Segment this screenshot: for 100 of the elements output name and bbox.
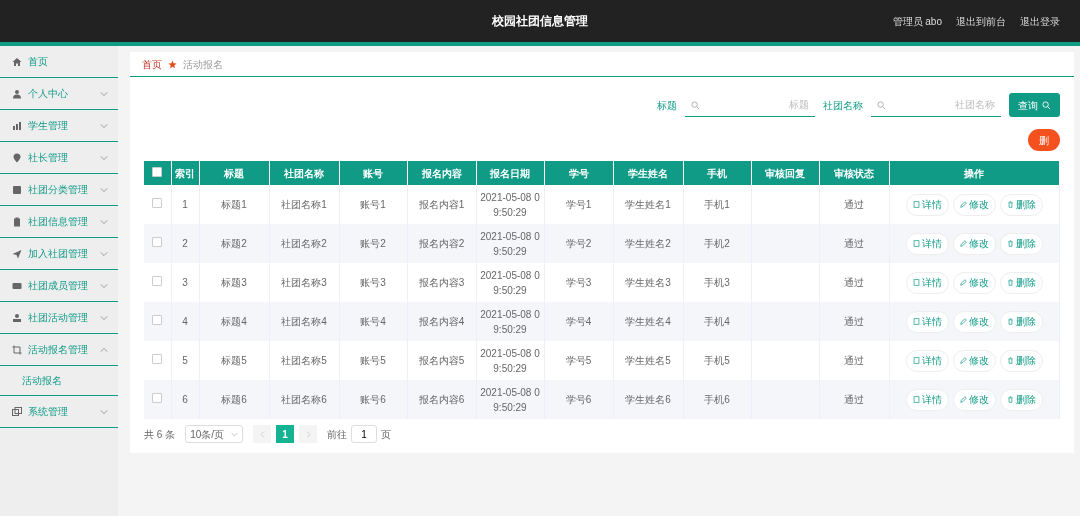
document-icon bbox=[912, 201, 920, 208]
table-cell: 手机6 bbox=[683, 380, 751, 419]
checkbox[interactable] bbox=[152, 166, 163, 177]
pencil-icon bbox=[959, 201, 967, 208]
table-cell: 学号2 bbox=[544, 224, 613, 263]
field-label: 社团名称 bbox=[822, 98, 863, 113]
document-icon bbox=[912, 396, 920, 403]
table-cell: 报名内容2 bbox=[407, 224, 476, 263]
table-cell: 学生姓名4 bbox=[613, 302, 683, 341]
edit-button[interactable]: 修改 bbox=[952, 349, 996, 372]
details-button[interactable]: 详情 bbox=[905, 271, 949, 294]
search-icon bbox=[876, 101, 886, 110]
trash-icon bbox=[1006, 318, 1014, 325]
checkbox[interactable] bbox=[152, 237, 163, 247]
edit-button[interactable]: 修改 bbox=[952, 271, 996, 294]
table-cell: 学号6 bbox=[544, 380, 613, 419]
search-field[interactable]: 标题 bbox=[684, 93, 815, 117]
delete-button[interactable]: 删除 bbox=[999, 232, 1043, 255]
breadcrumb-item: 活动报名 bbox=[183, 57, 223, 72]
table-cell: 学生姓名2 bbox=[613, 224, 683, 263]
search-icon bbox=[1041, 100, 1051, 110]
checkbox[interactable] bbox=[152, 276, 163, 286]
column-header: 标题 bbox=[199, 161, 269, 185]
box-icon bbox=[12, 184, 22, 195]
column-header: 社团名称 bbox=[269, 161, 339, 185]
checkbox[interactable] bbox=[152, 393, 163, 403]
breadcrumb-item[interactable]: 首页 bbox=[142, 56, 162, 72]
page-suffix: 页 bbox=[381, 427, 392, 442]
delete-button[interactable]: 删除 bbox=[999, 193, 1043, 216]
edit-button[interactable]: 修改 bbox=[952, 310, 996, 333]
page-input[interactable]: 1 bbox=[351, 425, 378, 443]
page-size-select[interactable]: 10条/页 bbox=[185, 425, 244, 443]
header-link[interactable]: 退出到前台 bbox=[956, 13, 1006, 29]
page-button[interactable]: 1 bbox=[276, 425, 295, 443]
column-header: 审核状态 bbox=[819, 161, 889, 185]
trash-icon bbox=[1006, 396, 1014, 403]
details-button[interactable]: 详情 bbox=[905, 310, 949, 333]
pin-icon bbox=[12, 152, 22, 163]
send-icon bbox=[12, 248, 22, 259]
column-header: 报名日期 bbox=[476, 161, 544, 185]
header-link[interactable]: 退出登录 bbox=[1020, 13, 1060, 29]
column-header: 学生姓名 bbox=[613, 161, 683, 185]
star-icon bbox=[168, 59, 177, 69]
field-label: 标题 bbox=[656, 98, 677, 113]
table-cell: 标题2 bbox=[199, 224, 269, 263]
checkbox[interactable] bbox=[152, 198, 163, 208]
edit-button[interactable]: 修改 bbox=[952, 232, 996, 255]
search-button[interactable]: 查询 bbox=[1008, 93, 1060, 117]
table-cell: 学生姓名6 bbox=[613, 380, 683, 419]
table-cell: 2 bbox=[171, 224, 199, 263]
delete-button[interactable]: 删除 bbox=[999, 349, 1043, 372]
previous-page-button[interactable] bbox=[253, 425, 272, 443]
table-cell: 通过 bbox=[819, 380, 889, 419]
next-page-button[interactable] bbox=[299, 425, 318, 443]
delete-button[interactable]: 删除 bbox=[999, 310, 1043, 333]
details-button[interactable]: 详情 bbox=[905, 193, 949, 216]
trash-icon bbox=[1006, 201, 1014, 208]
table-cell: 手机2 bbox=[683, 224, 751, 263]
column-header: 学号 bbox=[544, 161, 613, 185]
checkbox[interactable] bbox=[152, 354, 163, 364]
delete-button[interactable]: 删 bbox=[1027, 129, 1060, 151]
table-cell: 学号4 bbox=[544, 302, 613, 341]
search-icon bbox=[690, 101, 700, 110]
edit-button[interactable]: 修改 bbox=[952, 388, 996, 411]
table-cell: 手机4 bbox=[683, 302, 751, 341]
document-icon bbox=[912, 240, 920, 247]
chart-icon bbox=[12, 120, 22, 131]
table-cell: 报名内容6 bbox=[407, 380, 476, 419]
column-header: 索引 bbox=[171, 161, 199, 185]
table-cell: 账号2 bbox=[339, 224, 407, 263]
chevron-down-icon bbox=[231, 430, 239, 438]
details-button[interactable]: 详情 bbox=[905, 349, 949, 372]
table-cell: 2021-05-08 0 9:50:29 bbox=[476, 380, 544, 419]
crop-icon bbox=[12, 344, 22, 355]
table-cell: 社团名称4 bbox=[269, 302, 339, 341]
goto-label: 前往 bbox=[327, 427, 348, 442]
edit-button[interactable]: 修改 bbox=[952, 193, 996, 216]
delete-button[interactable]: 删除 bbox=[999, 388, 1043, 411]
column-header: 操作 bbox=[889, 161, 1059, 185]
search-field[interactable]: 社团名称 bbox=[870, 93, 1001, 117]
details-button[interactable]: 详情 bbox=[905, 232, 949, 255]
column-header: 报名内容 bbox=[407, 161, 476, 185]
trash-icon bbox=[1006, 357, 1014, 364]
document-icon bbox=[912, 318, 920, 325]
document-icon bbox=[912, 279, 920, 286]
table-cell: 通过 bbox=[819, 224, 889, 263]
person-icon bbox=[12, 312, 22, 323]
column-header: 账号 bbox=[339, 161, 407, 185]
header-link[interactable]: 管理员 abo bbox=[892, 13, 942, 29]
trash-icon bbox=[1006, 240, 1014, 247]
pencil-icon bbox=[959, 357, 967, 364]
details-button[interactable]: 详情 bbox=[905, 388, 949, 411]
total-count: 共 6 条 bbox=[144, 427, 176, 442]
pencil-icon bbox=[959, 279, 967, 286]
chevron-left-icon bbox=[258, 430, 266, 438]
checkbox[interactable] bbox=[152, 315, 163, 325]
column-header: 审核回复 bbox=[751, 161, 819, 185]
chevron-right-icon bbox=[304, 430, 312, 438]
pencil-icon bbox=[959, 318, 967, 325]
delete-button[interactable]: 删除 bbox=[999, 271, 1043, 294]
